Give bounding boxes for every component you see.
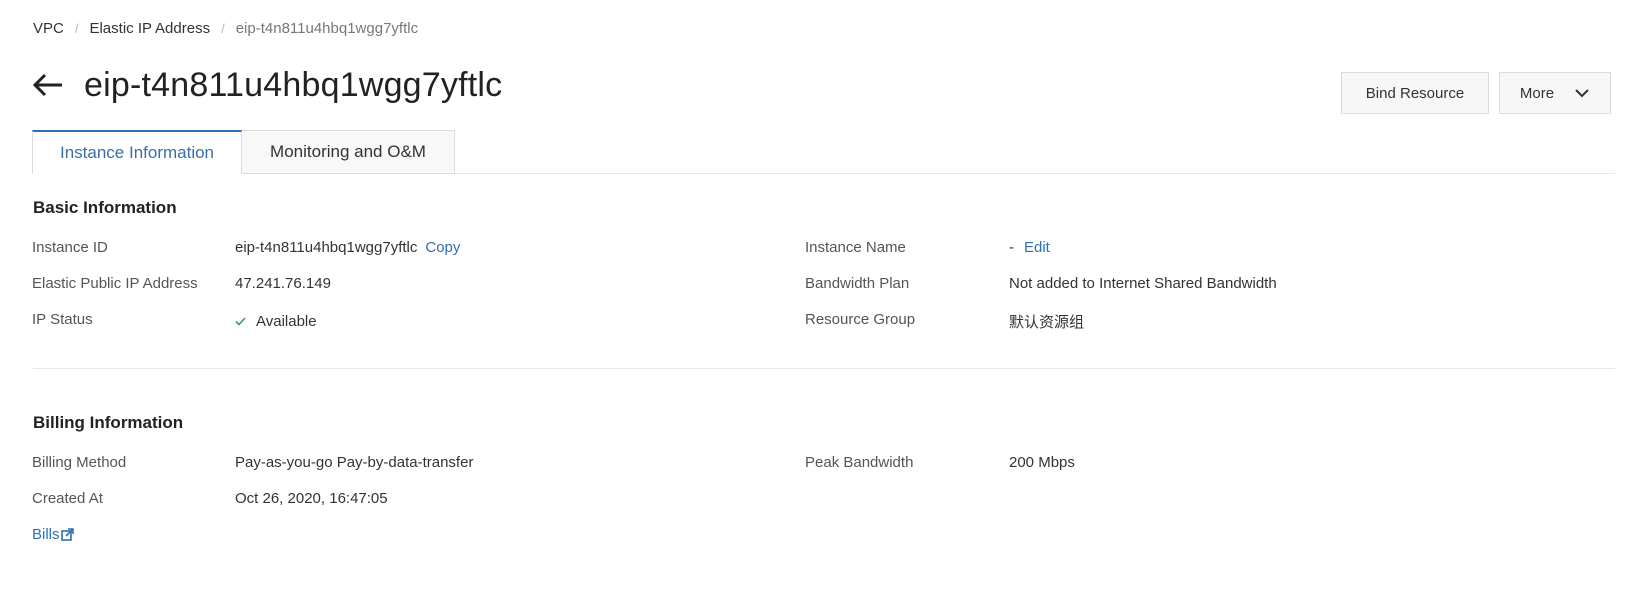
section-divider [33,368,1615,369]
breadcrumb-current: eip-t4n811u4hbq1wgg7yftlc [235,19,419,37]
instance-name-value: - [1009,239,1014,256]
peak-bandwidth-value: 200 Mbps [1009,454,1075,471]
breadcrumb-elastic-ip[interactable]: Elastic IP Address [89,20,210,37]
bandwidth-plan-value: Not added to Internet Shared Bandwidth [1009,275,1277,292]
breadcrumb-vpc[interactable]: VPC [33,20,64,37]
billing-information-heading: Billing Information [33,413,184,432]
tab-monitoring-and-om[interactable]: Monitoring and O&M [242,130,455,174]
basic-information-heading: Basic Information [33,198,177,217]
instance-id-value-group: eip-t4n811u4hbq1wgg7yftlc Copy [235,239,460,256]
ip-status-value-group: Available [235,313,317,330]
breadcrumb: VPC / Elastic IP Address / eip-t4n811u4h… [33,18,418,38]
bills-label: Bills [32,526,60,543]
created-at-label: Created At [32,490,103,507]
instance-id-value: eip-t4n811u4hbq1wgg7yftlc [235,239,418,256]
public-ip-value: 47.241.76.149 [235,275,331,292]
billing-method-label: Billing Method [32,454,127,471]
created-at-value: Oct 26, 2020, 16:47:05 [235,490,388,507]
tab-instance-information[interactable]: Instance Information [32,130,242,174]
instance-name-label: Instance Name [805,239,906,256]
external-link-icon [60,528,74,541]
breadcrumb-separator: / [74,20,79,36]
instance-id-label: Instance ID [32,239,108,256]
more-label: More [1519,84,1555,102]
arrow-left-icon[interactable] [32,70,68,100]
resource-group-label: Resource Group [805,311,916,328]
billing-method-value: Pay-as-you-go Pay-by-data-transfer [235,454,474,471]
breadcrumb-separator: / [221,20,225,36]
page-title: eip-t4n811u4hbq1wgg7yftlc [84,65,503,104]
ip-status-value: Available [256,313,317,330]
public-ip-label: Elastic Public IP Address [32,275,198,292]
tab-underline [455,173,1615,174]
bind-resource-button[interactable]: Bind Resource [1341,72,1489,114]
header-actions: Bind Resource More [1341,72,1611,114]
resource-group-value: 默认资源组 [1009,314,1085,331]
more-button[interactable]: More [1499,72,1611,114]
tab-bar: Instance Information Monitoring and O&M [32,130,455,174]
check-icon [235,317,246,326]
page-header: eip-t4n811u4hbq1wgg7yftlc [32,62,502,108]
bandwidth-plan-label: Bandwidth Plan [805,275,910,292]
copy-link[interactable]: Copy [425,239,460,256]
edit-link[interactable]: Edit [1024,239,1050,256]
instance-name-value-group: - Edit [1009,239,1050,256]
peak-bandwidth-label: Peak Bandwidth [805,454,914,471]
chevron-down-icon [1574,85,1590,102]
eip-detail-page: VPC / Elastic IP Address / eip-t4n811u4h… [0,0,1643,608]
bills-link[interactable]: Bills [32,526,74,543]
ip-status-label: IP Status [32,311,93,328]
